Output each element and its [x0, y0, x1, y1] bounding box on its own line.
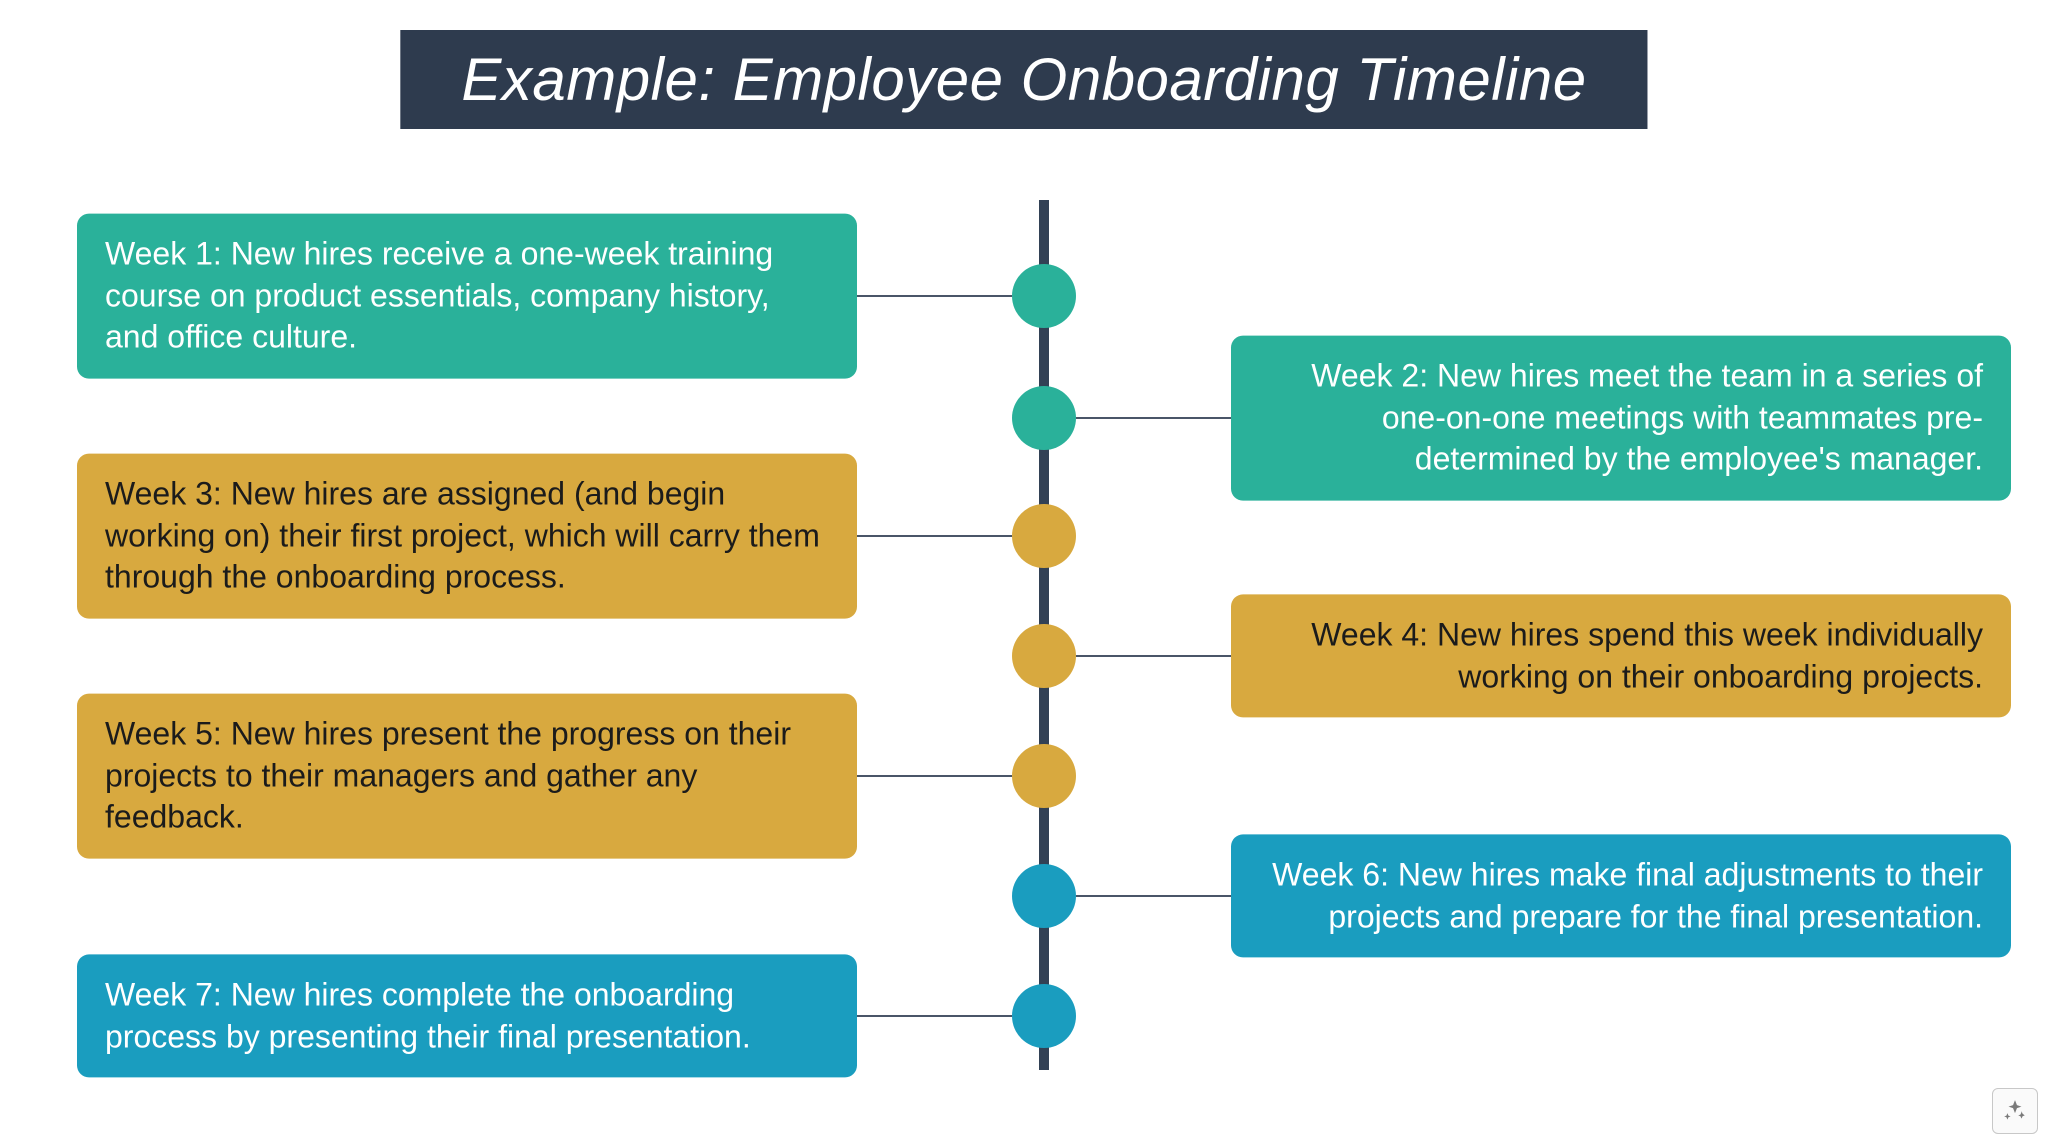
timeline-connector — [1076, 655, 1231, 657]
slide-title: Example: Employee Onboarding Timeline — [400, 30, 1647, 129]
timeline-dot — [1012, 386, 1076, 450]
timeline-card: Week 2: New hires meet the team in a ser… — [1231, 336, 2011, 501]
timeline-row: Week 3: New hires are assigned (and begi… — [0, 536, 2048, 596]
timeline-connector — [857, 535, 1012, 537]
timeline-card: Week 3: New hires are assigned (and begi… — [77, 454, 857, 619]
timeline-dot — [1012, 504, 1076, 568]
timeline-card: Week 4: New hires spend this week indivi… — [1231, 594, 2011, 717]
timeline-dot — [1012, 264, 1076, 328]
sparkle-icon-glyph — [2002, 1098, 2028, 1124]
timeline-dot — [1012, 984, 1076, 1048]
timeline-connector — [857, 775, 1012, 777]
timeline-connector — [857, 1015, 1012, 1017]
timeline-connector — [1076, 895, 1231, 897]
timeline-card: Week 6: New hires make final adjustments… — [1231, 834, 2011, 957]
timeline-container: Week 1: New hires receive a one-week tra… — [0, 200, 2048, 1090]
timeline-dot — [1012, 624, 1076, 688]
timeline-connector — [1076, 417, 1231, 419]
timeline-row: Week 5: New hires present the progress o… — [0, 776, 2048, 836]
timeline-dot — [1012, 744, 1076, 808]
timeline-card: Week 5: New hires present the progress o… — [77, 694, 857, 859]
timeline-connector — [857, 295, 1012, 297]
timeline-card: Week 7: New hires complete the onboardin… — [77, 954, 857, 1077]
timeline-row: Week 6: New hires make final adjustments… — [0, 896, 2048, 956]
timeline-card: Week 1: New hires receive a one-week tra… — [77, 214, 857, 379]
sparkle-icon[interactable] — [1992, 1088, 2038, 1134]
timeline-row: Week 7: New hires complete the onboardin… — [0, 1016, 2048, 1076]
timeline-dot — [1012, 864, 1076, 928]
